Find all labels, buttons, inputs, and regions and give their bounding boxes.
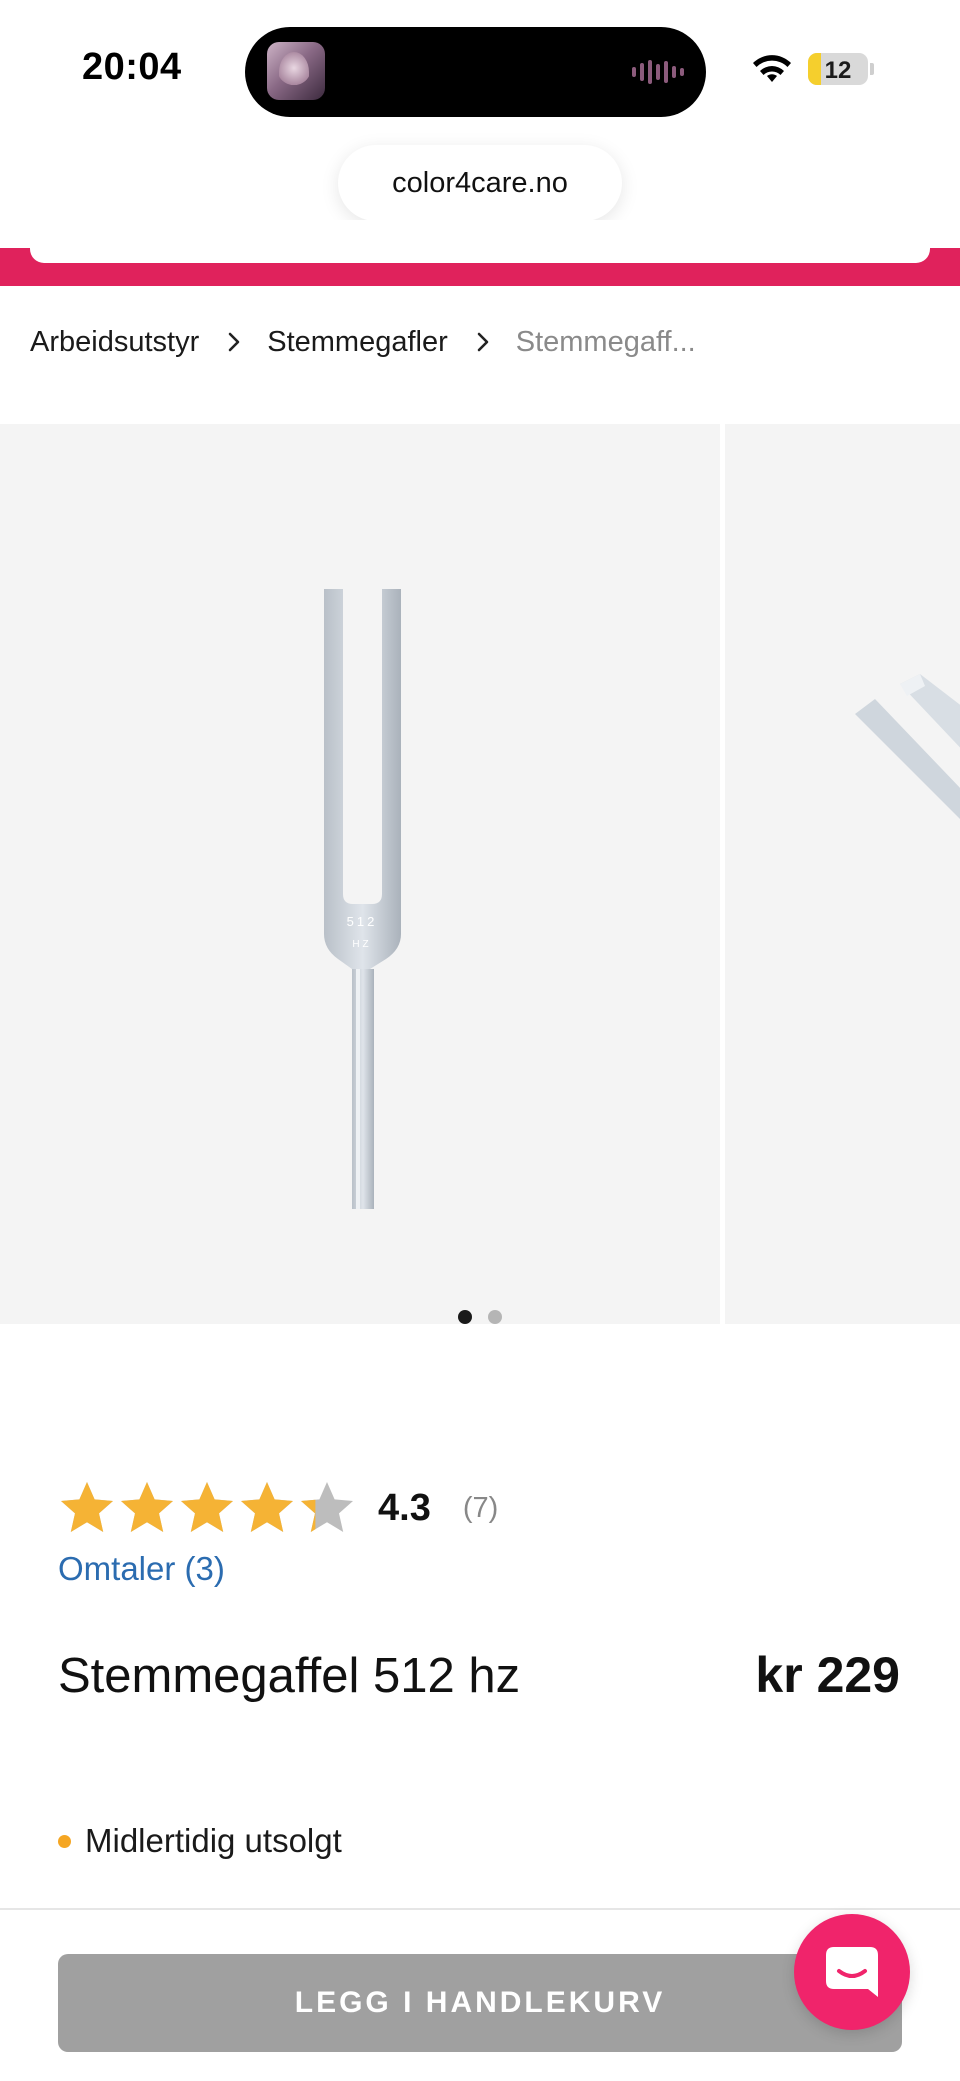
battery-indicator: 12 xyxy=(808,53,868,85)
divider xyxy=(0,1908,960,1910)
battery-tip xyxy=(870,63,874,75)
breadcrumb: Arbeidsutstyr Stemmegafler Stemmegaff... xyxy=(30,322,696,362)
carousel-dot[interactable] xyxy=(458,1310,472,1324)
add-to-cart-button[interactable]: LEGG I HANDLEKURV xyxy=(58,1954,902,2052)
audio-waveform-icon xyxy=(632,59,684,85)
address-bar[interactable]: color4care.no xyxy=(338,145,622,221)
chat-icon xyxy=(826,1947,878,1997)
status-time: 20:04 xyxy=(82,46,182,88)
breadcrumb-current: Stemmegaff... xyxy=(515,325,696,358)
fork-engraving-frequency: 512 xyxy=(347,914,378,929)
star-icon xyxy=(121,1482,173,1532)
star-icon xyxy=(181,1482,233,1532)
product-image-gallery[interactable]: 512 HZ xyxy=(0,424,960,1324)
star-icon xyxy=(61,1482,113,1532)
wifi-icon xyxy=(753,55,791,82)
breadcrumb-item-stemmegafler[interactable]: Stemmegafler xyxy=(267,326,448,359)
fork-engraving-unit: HZ xyxy=(352,939,371,950)
dynamic-island[interactable] xyxy=(245,27,706,117)
product-rating: 4.3 (7) xyxy=(58,1475,498,1541)
star-icon xyxy=(241,1482,293,1532)
chevron-right-icon xyxy=(227,331,241,353)
carousel-dot[interactable] xyxy=(488,1310,502,1324)
chat-button[interactable] xyxy=(794,1914,910,2030)
stock-status: Midlertidig utsolgt xyxy=(58,1822,342,1860)
tuning-fork-image-angled xyxy=(855,674,960,819)
status-bar: 20:04 12 xyxy=(0,0,960,140)
site-header-card xyxy=(30,220,930,263)
chevron-right-icon xyxy=(476,331,490,353)
rating-count: (7) xyxy=(462,1491,499,1524)
rating-value: 4.3 xyxy=(378,1486,431,1529)
reviews-link[interactable]: Omtaler (3) xyxy=(58,1550,225,1588)
product-price: kr 229 xyxy=(755,1647,900,1703)
product-image-slide-next[interactable] xyxy=(725,424,960,1324)
breadcrumb-item-arbeidsutstyr[interactable]: Arbeidsutstyr xyxy=(30,326,199,359)
stock-status-dot xyxy=(58,1834,71,1848)
product-image-slide[interactable]: 512 HZ xyxy=(0,424,720,1324)
now-playing-artwork xyxy=(267,42,325,100)
star-icon xyxy=(301,1482,353,1532)
battery-level: 12 xyxy=(824,57,852,84)
rating-stars xyxy=(58,1479,356,1537)
tuning-fork-image: 512 HZ xyxy=(324,589,401,1209)
stock-status-text: Midlertidig utsolgt xyxy=(85,1822,342,1859)
product-title: Stemmegaffel 512 hz xyxy=(58,1649,521,1703)
carousel-pagination xyxy=(458,1310,502,1324)
